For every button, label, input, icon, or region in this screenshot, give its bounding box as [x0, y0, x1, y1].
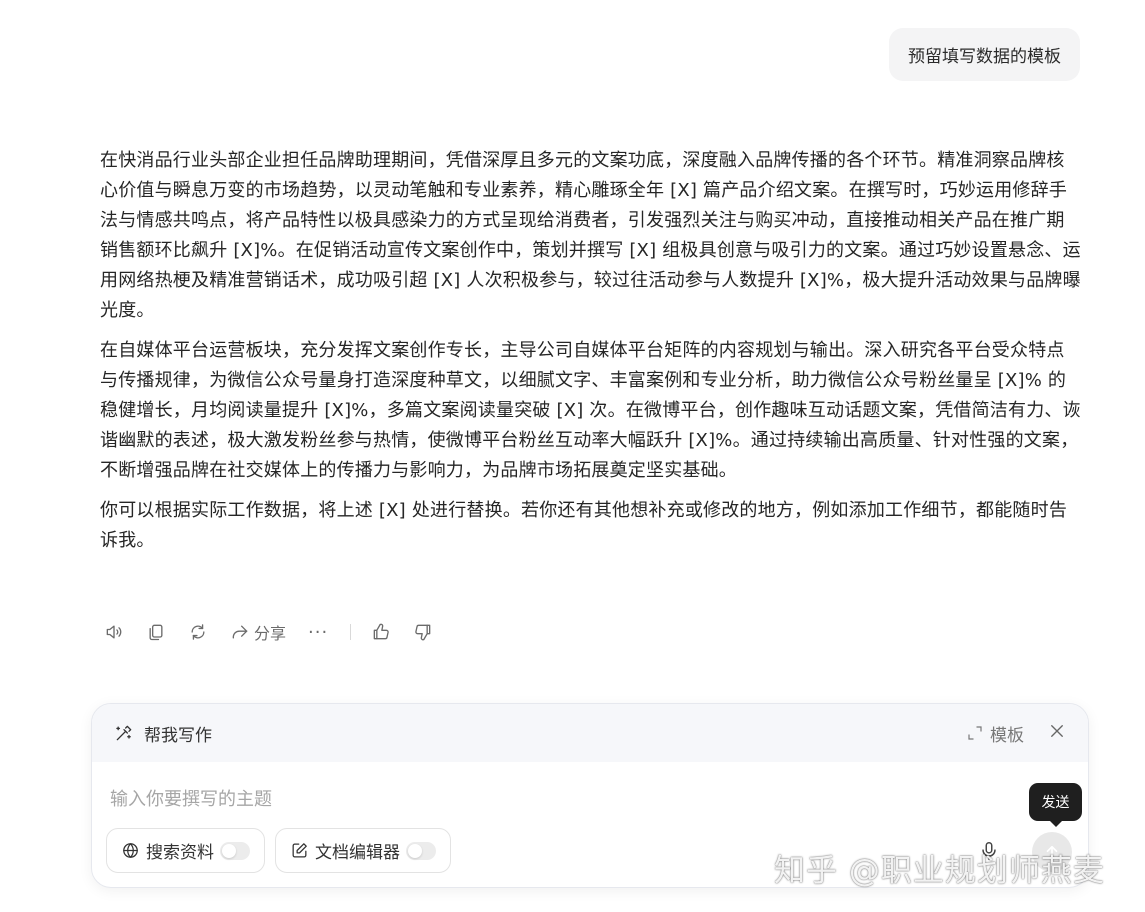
close-composer-button[interactable]: [1048, 722, 1066, 744]
like-button[interactable]: [371, 622, 391, 642]
copy-icon: [149, 624, 163, 641]
share-icon: [232, 625, 248, 639]
template-label: 模板: [990, 725, 1024, 746]
thumbs-up-icon: [373, 623, 389, 640]
doc-editor-switch[interactable]: [406, 841, 436, 860]
template-button[interactable]: 模板: [966, 721, 1024, 746]
watermark: 知乎 @职业规划师燕麦: [774, 853, 1105, 889]
globe-icon: [123, 843, 138, 858]
edit-document-icon: [292, 843, 307, 858]
composer-title-text: 帮我写作: [144, 725, 212, 746]
speaker-icon: [106, 625, 122, 639]
more-icon: ···: [308, 621, 329, 643]
answer-action-bar: 分享 ···: [104, 618, 455, 646]
send-tooltip-text: 发送: [1041, 795, 1070, 811]
topic-input[interactable]: [110, 784, 970, 814]
answer-paragraph-1: 在快消品行业头部企业担任品牌助理期间，凭借深厚且多元的文案功底，深度融入品牌传播…: [100, 150, 1081, 321]
expand-icon: [968, 726, 982, 740]
answer-paragraph-3: 你可以根据实际工作数据，将上述 [X] 处进行替换。若你还有其他想补充或修改的地…: [100, 500, 1068, 551]
user-message-bubble: 预留填写数据的模板: [889, 28, 1080, 81]
more-button[interactable]: ···: [308, 622, 328, 643]
regenerate-button[interactable]: [188, 622, 208, 642]
doc-editor-toggle[interactable]: 文档编辑器: [275, 828, 451, 873]
action-divider: [350, 624, 352, 640]
composer-title: 帮我写作: [114, 721, 212, 746]
user-message-text: 预留填写数据的模板: [908, 47, 1061, 67]
assistant-answer: 在快消品行业头部企业担任品牌助理期间，凭借深厚且多元的文案功底，深度融入品牌传播…: [100, 146, 1082, 566]
composer-header-actions: 模板: [966, 704, 1066, 762]
share-button[interactable]: 分享: [230, 620, 286, 644]
thumbs-down-icon: [415, 624, 431, 641]
close-icon: [1051, 725, 1063, 737]
answer-paragraph-2: 在自媒体平台运营板块，充分发挥文案创作专长，主导公司自媒体平台矩阵的内容规划与输…: [100, 340, 1081, 481]
share-label: 分享: [254, 624, 287, 643]
dislike-button[interactable]: [413, 622, 433, 642]
send-tooltip: 发送: [1029, 783, 1082, 827]
doc-editor-label: 文档编辑器: [315, 843, 400, 863]
search-material-label: 搜索资料: [146, 843, 214, 863]
search-material-switch[interactable]: [220, 841, 250, 860]
read-aloud-button[interactable]: [104, 622, 124, 642]
copy-button[interactable]: [146, 622, 166, 642]
refresh-icon: [191, 624, 205, 640]
magic-pen-icon: [116, 725, 132, 741]
composer-tools: 搜索资料 文档编辑器: [106, 828, 461, 873]
composer-header: 帮我写作 模板: [92, 704, 1088, 762]
search-material-toggle[interactable]: 搜索资料: [106, 828, 265, 873]
